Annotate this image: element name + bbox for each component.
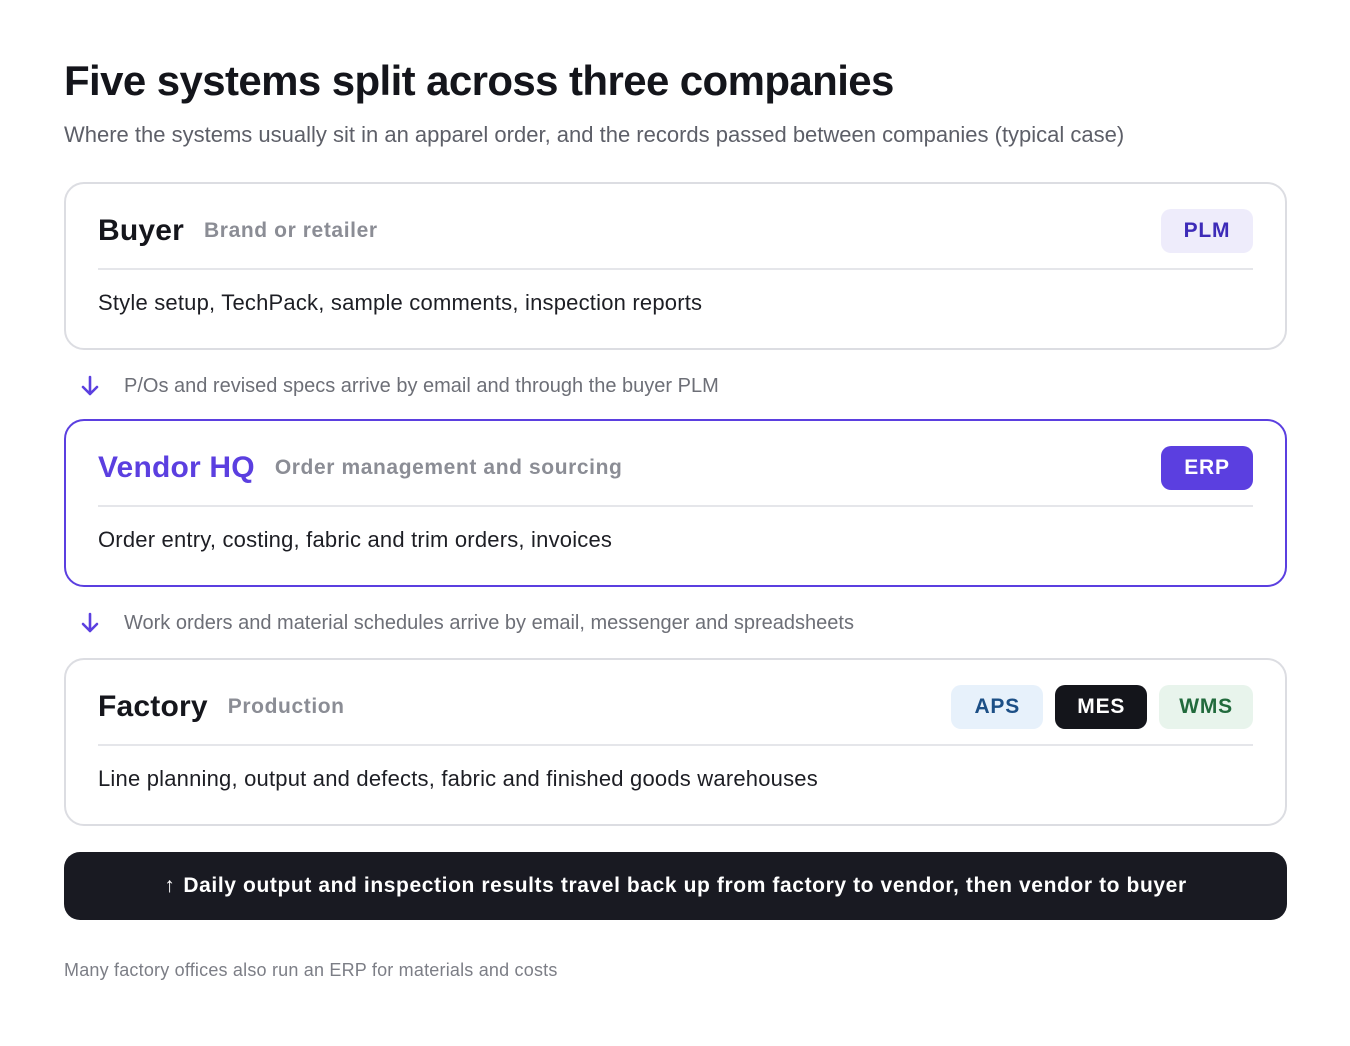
diagram-container: Five systems split across three companie…: [64, 56, 1287, 980]
vendor-card: Vendor HQ Order management and sourcing …: [64, 419, 1287, 587]
arrow-up-icon: ↑: [164, 874, 176, 897]
factory-card: Factory Production APS MES WMS Line plan…: [64, 658, 1287, 826]
buyer-systems: PLM: [1161, 209, 1253, 253]
vendor-card-header: Vendor HQ Order management and sourcing …: [98, 445, 1253, 491]
page-subtitle: Where the systems usually sit in an appa…: [64, 122, 1125, 147]
wms-badge: WMS: [1159, 685, 1253, 729]
factory-role: Production: [227, 695, 345, 718]
buyer-card-header: Buyer Brand or retailer PLM: [98, 208, 1253, 254]
factory-divider: [98, 744, 1253, 746]
mes-badge: MES: [1055, 685, 1148, 729]
page-title: Five systems split across three companie…: [64, 57, 894, 104]
vendor-description: Order entry, costing, fabric and trim or…: [98, 527, 613, 552]
return-flow-label: Daily output and inspection results trav…: [183, 874, 1187, 897]
factory-name: Factory: [98, 690, 208, 723]
factory-systems: APS MES WMS: [951, 685, 1253, 729]
buyer-role: Brand or retailer: [204, 219, 378, 242]
vendor-divider: [98, 505, 1253, 507]
footnote: Many factory offices also run an ERP for…: [64, 960, 558, 980]
erp-badge: ERP: [1161, 446, 1253, 490]
flow-vendor-to-factory-label: Work orders and material schedules arriv…: [124, 611, 854, 634]
vendor-name: Vendor HQ: [98, 451, 255, 484]
buyer-divider: [98, 268, 1253, 270]
return-flow-bar: ↑ Daily output and inspection results tr…: [64, 852, 1287, 920]
arrow-down-icon: [78, 611, 102, 635]
flow-vendor-to-factory: Work orders and material schedules arriv…: [78, 606, 854, 640]
buyer-name: Buyer: [98, 214, 185, 247]
factory-description: Line planning, output and defects, fabri…: [98, 766, 818, 791]
plm-badge: PLM: [1161, 209, 1253, 253]
buyer-card: Buyer Brand or retailer PLM Style setup,…: [64, 182, 1287, 350]
vendor-role: Order management and sourcing: [274, 456, 623, 479]
flow-buyer-to-vendor-label: P/Os and revised specs arrive by email a…: [124, 374, 719, 397]
flow-buyer-to-vendor: P/Os and revised specs arrive by email a…: [78, 369, 719, 403]
factory-card-header: Factory Production APS MES WMS: [98, 684, 1253, 730]
aps-badge: APS: [951, 685, 1044, 729]
arrow-down-icon: [78, 374, 102, 398]
vendor-systems: ERP: [1161, 446, 1253, 490]
buyer-description: Style setup, TechPack, sample comments, …: [98, 290, 703, 315]
